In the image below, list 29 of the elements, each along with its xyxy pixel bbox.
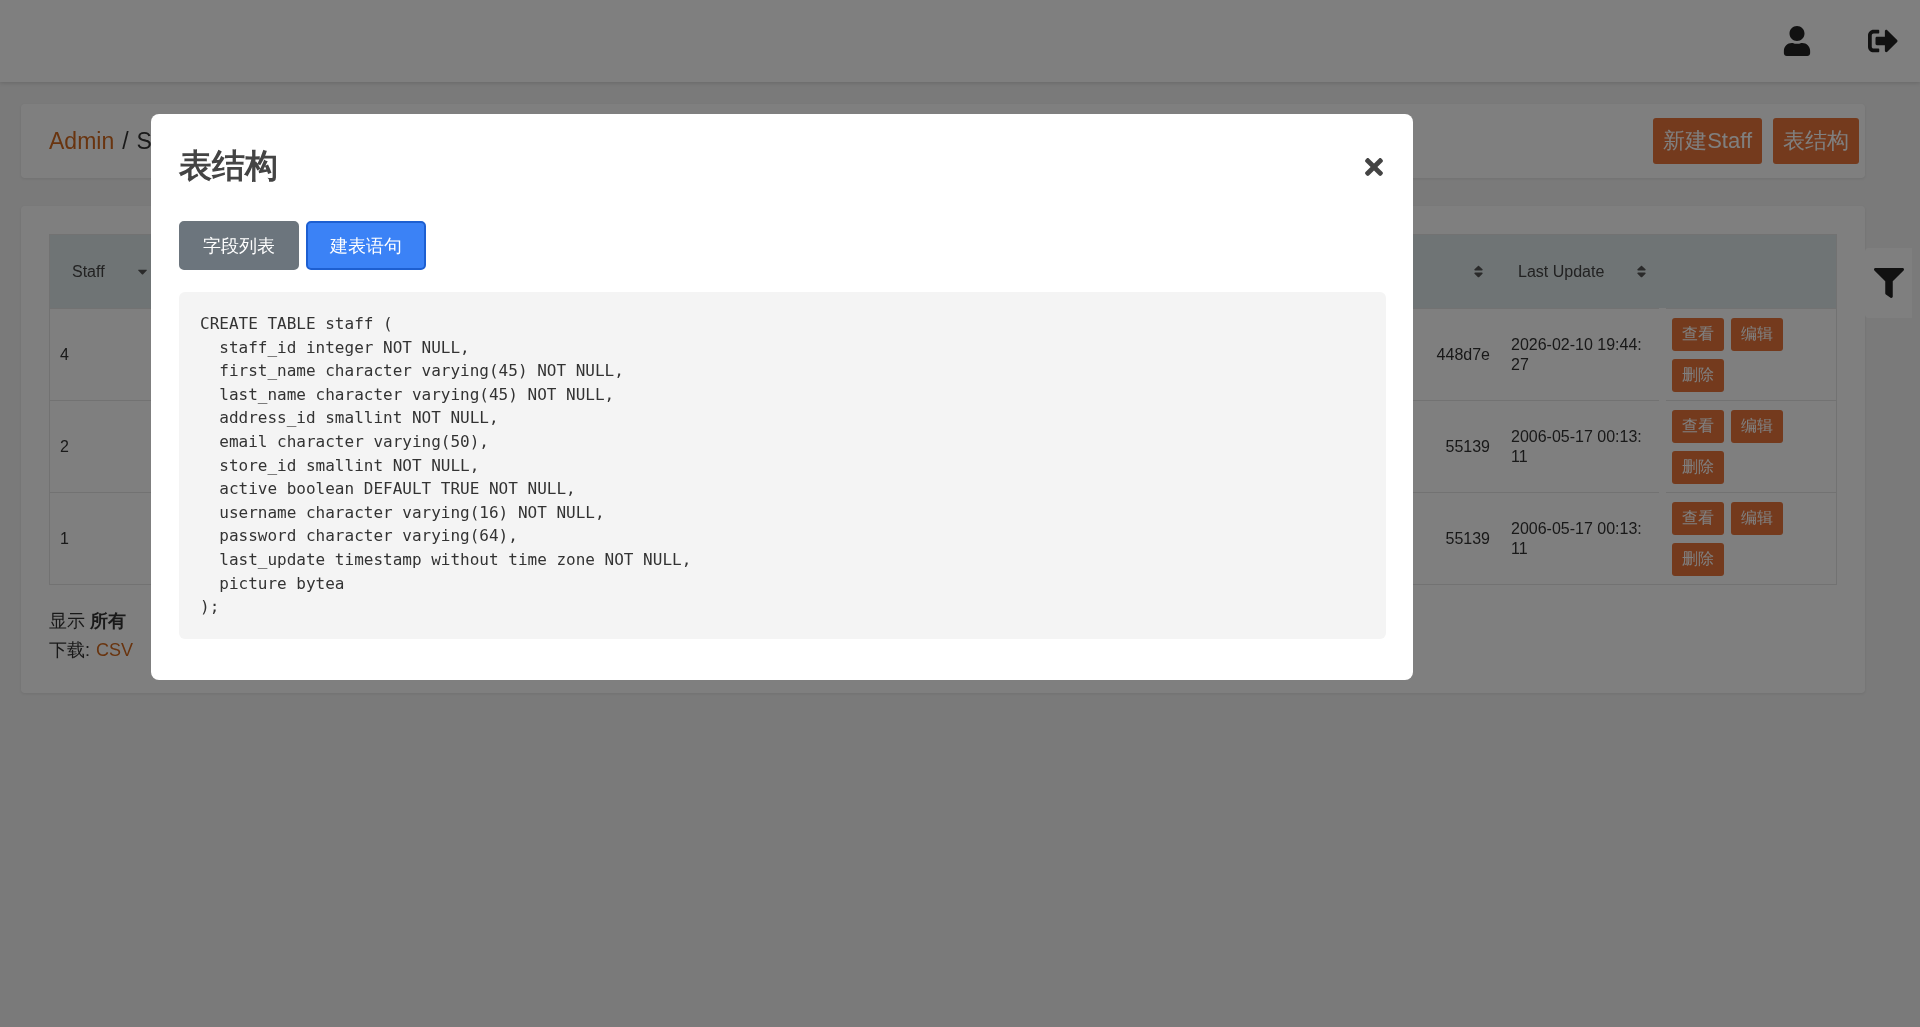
- action-button[interactable]: 删除: [1672, 358, 1724, 392]
- toolbar-button[interactable]: 新建Staff: [1653, 118, 1762, 164]
- action-button[interactable]: 编辑: [1731, 409, 1783, 443]
- action-button[interactable]: 编辑: [1731, 501, 1783, 535]
- action-button[interactable]: 查看: [1672, 409, 1724, 443]
- modal-title: 表结构: [179, 146, 278, 186]
- toolbar-button[interactable]: 表结构: [1773, 118, 1859, 164]
- sort-icon[interactable]: [1471, 264, 1486, 279]
- sql-code: CREATE TABLE staff ( staff_id integer NOT NULL, first_name character varying(45) NOT NULL, last_name character varying(45) NOT NULL, address_id smallint NOT NULL, email character varying(50), store_id smallint NOT NULL, active boolean DEFAULT TRUE NOT NULL, username character varying(16) NOT NULL, password character varying(64), last_update timestamp without time zone NOT NULL, picture bytea );: [179, 292, 1386, 639]
- filter-button[interactable]: [1865, 248, 1912, 318]
- filter-icon[interactable]: [1873, 268, 1904, 298]
- download-link[interactable]: CSV: [96, 636, 134, 665]
- action-button[interactable]: 删除: [1672, 450, 1724, 484]
- action-button[interactable]: 编辑: [1731, 317, 1783, 351]
- breadcrumb-link[interactable]: Admin: [49, 127, 115, 155]
- table-cell: 2026-02-10 19:44:27: [1496, 308, 1659, 400]
- action-button[interactable]: 查看: [1672, 501, 1724, 535]
- breadcrumb-separator: /: [122, 127, 129, 155]
- user-icon[interactable]: [1782, 26, 1812, 56]
- summary-text: 显示 所有: [49, 610, 126, 633]
- download-label: 下载:: [49, 639, 90, 662]
- table-cell: 2006-05-17 00:13:11: [1496, 400, 1659, 492]
- tab[interactable]: 建表语句: [306, 221, 426, 270]
- column-header[interactable]: Last Update: [1496, 235, 1666, 308]
- table-cell: 2006-05-17 00:13:11: [1496, 492, 1659, 584]
- tab[interactable]: 字段列表: [179, 221, 299, 270]
- action-button[interactable]: 删除: [1672, 542, 1724, 576]
- action-button[interactable]: 查看: [1672, 317, 1724, 351]
- breadcrumb-current: S: [136, 127, 152, 155]
